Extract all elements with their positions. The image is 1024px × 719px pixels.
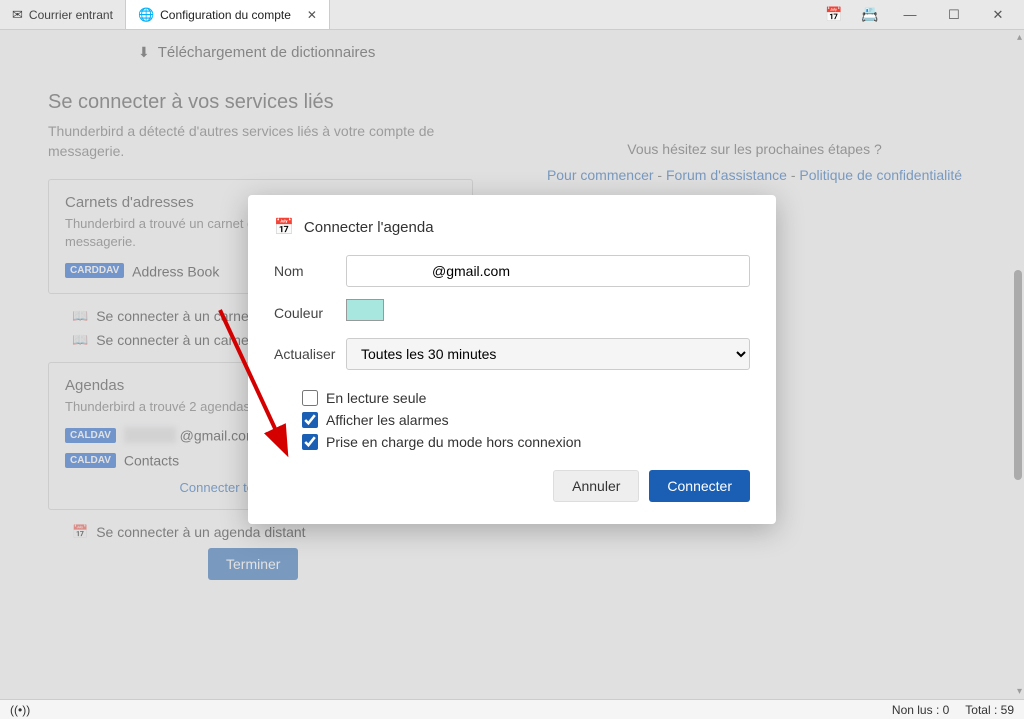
carddav-tag: CARDDAV [65,263,124,278]
sync-icon[interactable]: ((•)) [10,703,30,717]
book-icon: 📖 [72,308,88,324]
connect-button[interactable]: Connecter [649,470,750,502]
gmail-suffix: @gmail.com [180,427,258,443]
connect-remote-agenda-link[interactable]: 📅 Se connecter à un agenda distant [72,524,473,540]
status-unread: Non lus : 0 [892,703,949,717]
alarms-row[interactable]: Afficher les alarmes [302,412,750,428]
calendar-connect-icon: 📅 [274,217,294,237]
download-label: Téléchargement de dictionnaires [158,44,376,61]
help-links: Pour commencer - Forum d'assistance - Po… [533,167,976,183]
download-dictionaries-link[interactable]: ⬇ Téléchargement de dictionnaires [138,44,976,61]
linked-services-title: Se connecter à vos services liés [48,91,473,114]
globe-icon: 🌐 [138,7,154,23]
alarms-label: Afficher les alarmes [326,412,449,428]
calendar-icon[interactable]: 📅 [820,6,848,23]
link-forum[interactable]: Forum d'assistance [666,167,787,183]
offline-row[interactable]: Prise en charge du mode hors connexion [302,434,750,450]
cancel-button[interactable]: Annuler [553,470,639,502]
tab-inbox[interactable]: ✉ Courrier entrant [0,0,126,29]
linked-services-sub: Thunderbird a détecté d'autres services … [48,122,473,161]
close-tab-icon[interactable]: ✕ [307,8,317,22]
offline-checkbox[interactable] [302,434,318,450]
dialog-title: Connecter l'agenda [304,219,434,236]
offline-label: Prise en charge du mode hors connexion [326,434,581,450]
link-label: Se connecter à un agenda distant [96,524,305,540]
label-color: Couleur [274,305,346,321]
addressbook-name: Address Book [132,263,219,279]
link-start[interactable]: Pour commencer [547,167,654,183]
status-total: Total : 59 [965,703,1014,717]
scroll-up-arrow[interactable]: ▴ [1017,32,1022,43]
contacts-label: Contacts [124,453,179,469]
addressbook-icon[interactable]: 📇 [856,6,884,23]
next-steps-text: Vous hésitez sur les prochaines étapes ? [533,141,976,157]
link-privacy[interactable]: Politique de confidentialité [799,167,962,183]
scrollbar-thumb[interactable] [1014,270,1022,480]
label-refresh: Actualiser [274,346,346,362]
readonly-row[interactable]: En lecture seule [302,390,750,406]
tab-label: Configuration du compte [160,8,291,22]
download-icon: ⬇ [138,44,150,61]
calendar-icon: 📅 [72,524,88,540]
scroll-down-arrow[interactable]: ▾ [1017,686,1022,697]
readonly-label: En lecture seule [326,390,426,406]
inbox-icon: ✉ [12,7,23,23]
label-name: Nom [274,263,346,279]
refresh-interval-select[interactable]: Toutes les 30 minutes [346,338,750,370]
caldav-tag: CALDAV [65,453,116,468]
titlebar-right-icons: 📅 📇 — ☐ ✕ [820,0,1024,29]
tab-label: Courrier entrant [29,8,113,22]
caldav-tag: CALDAV [65,428,116,443]
tab-account-config[interactable]: 🌐 Configuration du compte ✕ [126,0,330,29]
agenda-color-picker[interactable] [346,299,384,321]
readonly-checkbox[interactable] [302,390,318,406]
terminer-button[interactable]: Terminer [208,548,298,580]
book-icon: 📖 [72,332,88,348]
connect-agenda-dialog: 📅 Connecter l'agenda Nom Couleur Actuali… [248,195,776,524]
window-maximize[interactable]: ☐ [936,7,972,23]
window-minimize[interactable]: — [892,7,928,22]
agenda-name-input[interactable] [346,255,750,287]
window-close[interactable]: ✕ [980,7,1016,23]
blurred-email [124,427,176,443]
alarms-checkbox[interactable] [302,412,318,428]
statusbar: ((•)) Non lus : 0 Total : 59 [0,699,1024,719]
titlebar: ✉ Courrier entrant 🌐 Configuration du co… [0,0,1024,30]
